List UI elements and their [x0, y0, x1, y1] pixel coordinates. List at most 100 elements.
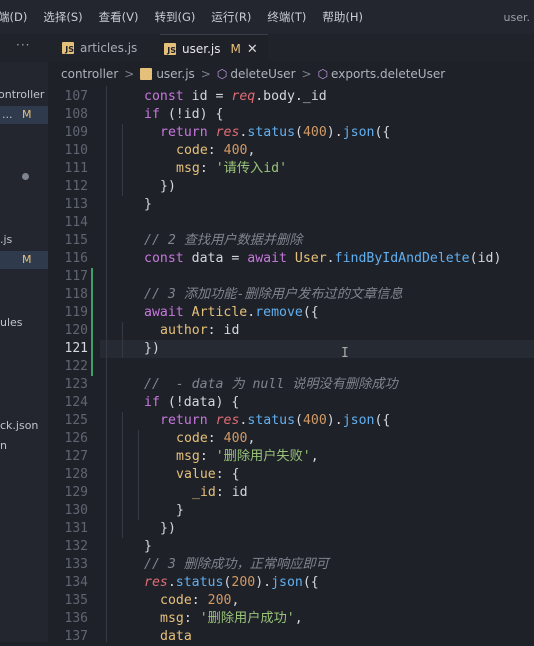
- line-number: 112: [64, 179, 88, 194]
- sidebar-item-selected-2[interactable]: M: [0, 251, 48, 269]
- code-line-136: msg: '删除用户成功',: [160, 611, 303, 626]
- code-line-118: // 3 添加功能-删除用户发布过的文章信息: [144, 287, 403, 302]
- sidebar-item-selected[interactable]: ... M: [0, 106, 48, 124]
- line-number: 136: [64, 611, 88, 626]
- sidebar-item-js[interactable]: .js: [0, 233, 12, 246]
- line-number: 135: [64, 593, 88, 608]
- code-line-112: }): [160, 179, 176, 194]
- code-line-110: code: 400,: [176, 143, 256, 158]
- line-number: 120: [64, 323, 88, 338]
- close-icon[interactable]: ✕: [247, 42, 258, 57]
- line-number: 109: [64, 125, 88, 140]
- code-line-124: if (!data) {: [144, 395, 240, 410]
- code-line-113: }: [144, 197, 152, 212]
- breadcrumb: controller > user.js > ⬡ deleteUser > ⬡ …: [48, 62, 534, 86]
- sidebar-item-modules[interactable]: ules: [0, 316, 23, 329]
- code-line-115: // 2 查找用户数据并删除: [144, 233, 303, 248]
- line-number: 122: [64, 359, 88, 374]
- line-number: 110: [64, 143, 88, 158]
- text-cursor-icon: I: [341, 346, 349, 361]
- sidebar-item-lock-json[interactable]: ck.json: [0, 419, 38, 432]
- menu-item-selection[interactable]: 选择(S): [35, 9, 90, 25]
- sidebar-item-label: ...: [2, 108, 13, 121]
- breadcrumb-folder[interactable]: controller: [61, 67, 118, 81]
- code-line-132: }: [144, 539, 152, 554]
- code-line-120: author: id: [160, 323, 240, 338]
- line-number: 107: [64, 89, 88, 104]
- code-line-108: if (!id) {: [144, 107, 224, 122]
- js-file-icon: JS: [164, 43, 176, 55]
- line-number: 126: [64, 431, 88, 446]
- code-line-133: // 3 删除成功，正常响应即可: [144, 557, 329, 572]
- indent-guide: [122, 124, 123, 196]
- menu-item-terminal-partial[interactable]: 端(D): [0, 9, 35, 25]
- code-editor[interactable]: 107 108 109 110 111 112 113 114 115 116 …: [48, 86, 534, 644]
- line-number: 128: [64, 467, 88, 482]
- code-line-111: msg: '请传入id': [176, 161, 288, 176]
- line-number: 130: [64, 503, 88, 518]
- line-number: 111: [64, 161, 88, 176]
- line-number: 129: [64, 485, 88, 500]
- line-number: 133: [64, 557, 88, 572]
- sidebar-item-n[interactable]: n: [0, 439, 7, 452]
- tab-label: articles.js: [80, 41, 138, 55]
- breadcrumb-file[interactable]: user.js: [156, 67, 194, 81]
- modified-badge: M: [22, 108, 32, 121]
- breadcrumb-symbol-exports[interactable]: exports.deleteUser: [331, 67, 445, 81]
- tab-bar: ··· JS articles.js JS user.js M ✕: [0, 34, 534, 63]
- line-number: 134: [64, 575, 88, 590]
- js-file-icon: JS: [62, 42, 74, 54]
- chevron-right-icon: >: [124, 67, 135, 81]
- line-number: 113: [64, 197, 88, 212]
- code-line-116: const data = await User.findByIdAndDelet…: [144, 251, 502, 266]
- git-added-indicator: [91, 268, 93, 376]
- tab-user-js[interactable]: JS user.js M ✕: [160, 34, 268, 63]
- line-number: 114: [64, 215, 88, 230]
- unsaved-dot-icon: [22, 173, 29, 180]
- line-number: 137: [64, 629, 88, 644]
- line-number: 117: [64, 269, 88, 284]
- code-line-130: }: [176, 503, 184, 518]
- indent-guide: [122, 412, 123, 538]
- line-number: 124: [64, 395, 88, 410]
- code-line-129: _id: id: [192, 485, 248, 500]
- method-icon: ⬡: [317, 67, 329, 81]
- line-number: 116: [64, 251, 88, 266]
- menu-item-terminal[interactable]: 终端(T): [259, 9, 314, 25]
- line-number: 131: [64, 521, 88, 536]
- code-line-121: }): [144, 341, 160, 356]
- sidebar-item-controller[interactable]: ontroller: [0, 88, 44, 101]
- line-number: 125: [64, 413, 88, 428]
- breadcrumb-symbol[interactable]: deleteUser: [230, 67, 295, 81]
- line-number: 119: [64, 305, 88, 320]
- menu-item-goto[interactable]: 转到(G): [146, 9, 203, 25]
- code-line-134: res.status(200).json({: [144, 575, 319, 590]
- line-number: 108: [64, 107, 88, 122]
- code-line-126: code: 400,: [176, 431, 256, 446]
- indent-guide: [122, 322, 123, 358]
- indent-guide: [106, 86, 107, 642]
- menu-item-run[interactable]: 运行(R): [203, 9, 259, 25]
- line-number-gutter: 107 108 109 110 111 112 113 114 115 116 …: [48, 86, 100, 644]
- code-area[interactable]: const id = req.body._id if (!id) { retur…: [100, 86, 534, 644]
- js-file-icon: [140, 68, 153, 80]
- code-line-127: msg: '删除用户失败',: [176, 449, 319, 464]
- line-number: 118: [64, 287, 88, 302]
- code-line-125: return res.status(400).json({: [160, 413, 391, 428]
- code-line-131: }): [160, 521, 176, 536]
- line-number: 115: [64, 233, 88, 248]
- line-number: 127: [64, 449, 88, 464]
- code-line-109: return res.status(400).json({: [160, 125, 391, 140]
- current-line-highlight: [100, 340, 534, 358]
- menu-item-view[interactable]: 查看(V): [91, 9, 147, 25]
- line-number: 132: [64, 539, 88, 554]
- window-title: user.: [503, 10, 530, 24]
- more-tabs-icon[interactable]: ···: [16, 38, 30, 52]
- modified-badge: M: [230, 42, 241, 56]
- explorer-sidebar: ontroller ... M .js M ules ck.json n: [0, 62, 48, 642]
- tab-articles-js[interactable]: JS articles.js: [58, 34, 137, 62]
- modified-badge: M: [22, 253, 32, 266]
- code-line-107: const id = req.body._id: [144, 89, 327, 104]
- menu-item-help[interactable]: 帮助(H): [314, 9, 371, 25]
- method-icon: ⬡: [216, 67, 228, 81]
